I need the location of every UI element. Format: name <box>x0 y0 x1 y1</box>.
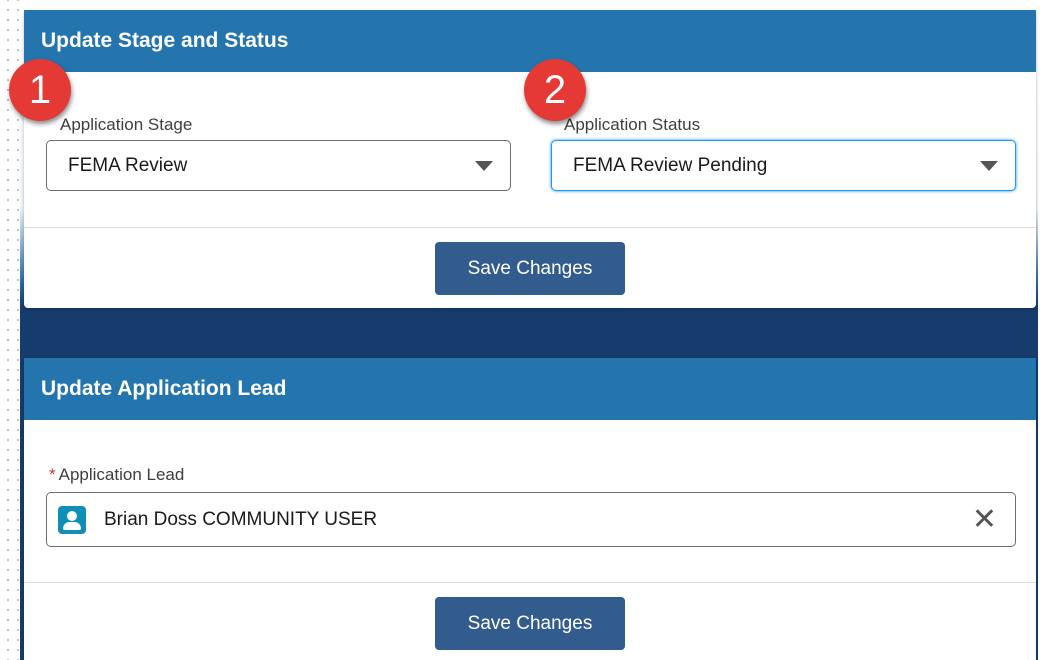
card-title: Update Application Lead <box>41 377 287 400</box>
divider <box>24 582 1036 583</box>
application-status-label: Application Status <box>564 115 701 134</box>
stage-status-card: Update Stage and Status Application Stag… <box>24 10 1036 308</box>
chevron-down-icon <box>980 160 998 171</box>
divider <box>24 227 1036 228</box>
application-lead-card: Update Application Lead * Application Lea… <box>24 358 1036 660</box>
close-icon[interactable]: ✕ <box>972 504 997 535</box>
application-stage-label: Application Stage <box>60 115 193 134</box>
application-lead-label: * Application Lead <box>49 465 185 484</box>
step-badge-1: 1 <box>9 59 71 121</box>
application-lead-lookup[interactable]: Brian Doss COMMUNITY USER ✕ <box>46 492 1016 547</box>
save-changes-button[interactable]: Save Changes <box>435 597 625 650</box>
application-status-select[interactable]: FEMA Review Pending <box>551 140 1016 191</box>
application-stage-select[interactable]: FEMA Review <box>46 140 511 191</box>
user-icon <box>58 505 86 534</box>
step-badge-2: 2 <box>524 59 586 121</box>
card-header: Update Stage and Status <box>24 10 1036 72</box>
application-lead-value: Brian Doss COMMUNITY USER <box>104 508 378 530</box>
required-marker: * <box>49 465 56 484</box>
application-stage-value: FEMA Review <box>68 154 188 176</box>
application-status-value: FEMA Review Pending <box>573 154 768 176</box>
card-title: Update Stage and Status <box>41 29 289 52</box>
save-changes-button[interactable]: Save Changes <box>435 242 625 295</box>
chevron-down-icon <box>475 160 493 171</box>
card-header: Update Application Lead <box>24 358 1036 420</box>
